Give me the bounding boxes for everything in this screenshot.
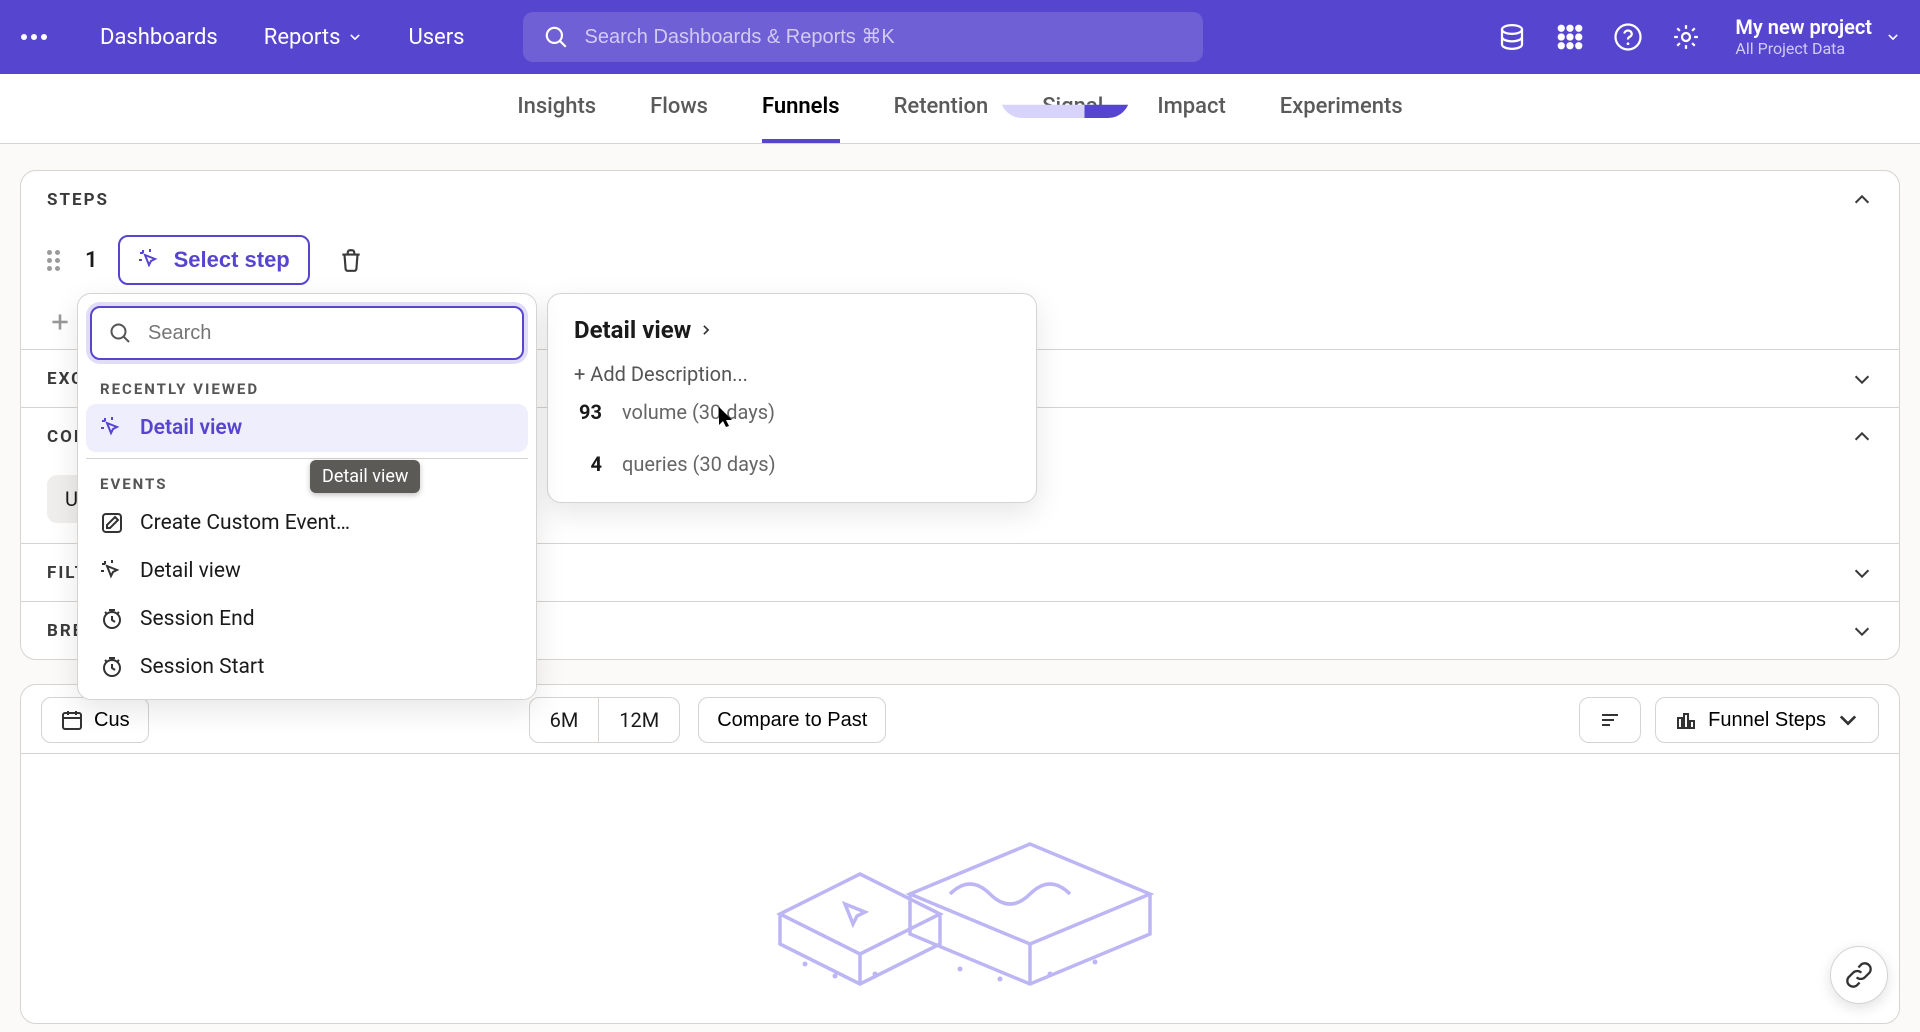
dd-event-detail-view[interactable]: Detail view [86,547,528,595]
chart-type-label: Funnel Steps [1708,709,1826,732]
edit-square-icon [100,511,124,535]
dd-event-session-start[interactable]: Session Start [86,643,528,691]
date-range-label: Cus [94,709,130,732]
dd-item-label: Detail view [140,416,242,440]
mouse-cursor-icon [718,406,734,428]
tab-retention[interactable]: Retention [894,74,989,143]
chevron-up-icon[interactable] [1851,426,1873,448]
breadcrumb-ellipsis-icon[interactable] [14,34,54,40]
project-name: My new project [1735,15,1872,39]
dd-item-label: Session End [140,607,255,631]
tab-experiments[interactable]: Experiments [1280,74,1403,143]
select-step-button[interactable]: Select step [118,235,310,285]
volume-label: volume (30 days) [622,400,775,424]
dd-recent-detail-view[interactable]: Detail view [86,404,528,452]
chart-placeholder [21,753,1899,1023]
nav-users[interactable]: Users [390,15,482,60]
event-search[interactable] [90,306,524,360]
chevron-down-icon [1836,708,1860,732]
tab-insights[interactable]: Insights [517,74,596,143]
queries-label: queries (30 days) [622,452,776,476]
detail-title: Detail view [574,316,691,344]
global-search-input[interactable] [583,25,1183,50]
select-step-label: Select step [174,247,290,273]
volume-number: 93 [574,400,602,424]
search-icon [108,321,132,345]
dd-item-label: Create Custom Event… [140,511,350,535]
compare-to-past-button[interactable]: Compare to Past [698,697,886,743]
nav-reports-label: Reports [264,25,341,50]
clock-icon [100,655,124,679]
divider [86,458,528,459]
empty-state-illustration [740,794,1180,1008]
step-row-1: 1 Select step RECENTLY VIEWED Detail vi [47,235,1873,285]
add-description-button[interactable]: + Add Description... [574,362,1010,386]
dd-heading-recent: RECENTLY VIEWED [86,370,528,404]
chevron-down-icon [348,30,362,44]
event-search-input[interactable] [146,321,506,346]
cursor-click-icon [100,416,124,440]
chevron-up-icon[interactable] [1851,189,1873,211]
dd-heading-events: EVENTS [86,465,528,499]
dd-tooltip: Detail view [310,460,420,493]
tab-flows[interactable]: Flows [650,74,708,143]
step-number: 1 [85,248,98,273]
settings-gear-icon[interactable] [1671,22,1701,52]
report-type-nav: Insights Flows Funnels Retention Signal … [0,74,1920,144]
range-6m[interactable]: 6M [529,697,600,743]
cursor-click-icon [138,248,162,272]
dd-event-session-end[interactable]: Session End [86,595,528,643]
queries-number: 4 [574,452,602,476]
query-config-panel: STEPS 1 Select step [20,170,1900,660]
dd-item-label: Session Start [140,655,264,679]
global-search[interactable] [523,12,1203,62]
chart-options-button[interactable] [1579,697,1641,743]
nav-reports[interactable]: Reports [246,15,381,60]
delete-step-icon[interactable] [338,247,364,273]
date-range-button[interactable]: Cus [41,697,149,743]
calendar-icon [60,708,84,732]
chevron-right-icon[interactable] [699,323,713,337]
dd-create-custom-event[interactable]: Create Custom Event… [86,499,528,547]
event-detail-card: Detail view + Add Description... 93 volu… [547,293,1037,503]
copy-link-fab[interactable] [1830,946,1888,1004]
nav-dashboards[interactable]: Dashboards [82,15,236,60]
chevron-down-icon[interactable] [1851,620,1873,642]
primary-nav: Dashboards Reports Users [82,15,483,60]
quick-range-segments: 6M 12M [529,697,681,743]
dd-item-label: Detail view [140,559,241,583]
project-subtitle: All Project Data [1735,39,1872,58]
lexicon-icon[interactable] [1497,22,1527,52]
event-picker-dropdown: RECENTLY VIEWED Detail view EVENTS Creat… [77,293,537,700]
top-icon-tray [1497,22,1701,52]
project-selector[interactable]: My new project All Project Data [1735,15,1900,58]
bar-chart-icon [1674,708,1698,732]
top-nav: Dashboards Reports Users My new project … [0,0,1920,74]
clock-icon [100,607,124,631]
apps-grid-icon[interactable] [1555,22,1585,52]
cursor-click-icon [100,559,124,583]
chart-type-button[interactable]: Funnel Steps [1655,697,1879,743]
drag-handle-icon[interactable] [47,250,65,271]
chevron-down-icon[interactable] [1851,562,1873,584]
list-lines-icon [1598,708,1622,732]
section-steps-title: STEPS [47,190,109,210]
tab-funnels[interactable]: Funnels [762,74,840,143]
chevron-down-icon[interactable] [1851,368,1873,390]
link-icon [1845,961,1873,989]
tab-impact[interactable]: Impact [1157,74,1225,143]
help-icon[interactable] [1613,22,1643,52]
plus-icon [47,309,73,335]
range-12m[interactable]: 12M [599,697,680,743]
chevron-down-icon [1886,30,1900,44]
search-icon [543,24,569,50]
